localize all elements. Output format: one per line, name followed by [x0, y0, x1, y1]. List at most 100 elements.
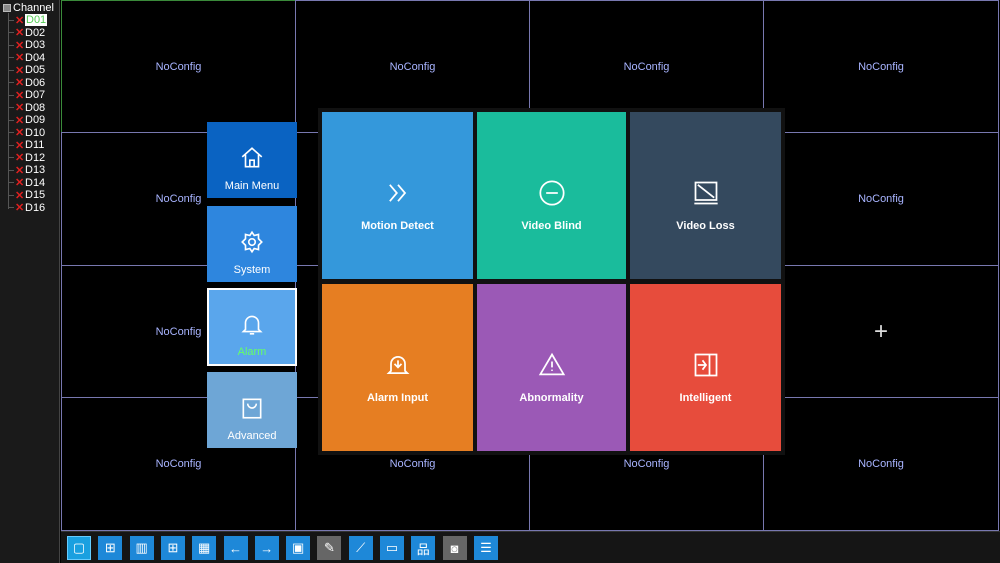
side-menu-alarm-button[interactable]: Alarm	[207, 288, 297, 366]
red-x-icon: ✕	[15, 102, 25, 115]
bell-down-icon	[384, 351, 412, 382]
tree-branch	[8, 194, 14, 196]
warning-icon	[538, 351, 566, 382]
tree-branch	[8, 107, 14, 109]
red-x-icon: ✕	[15, 14, 25, 27]
video-cell[interactable]: NoConfig	[763, 397, 999, 531]
red-x-icon: ✕	[15, 202, 25, 215]
tree-branch	[8, 44, 14, 46]
tile-label: Video Loss	[676, 220, 735, 232]
channel-item[interactable]: ✕ D13	[8, 164, 45, 177]
tree-branch	[8, 94, 14, 96]
chart-button[interactable]: ⟋	[348, 536, 373, 560]
no-signal-icon	[692, 179, 720, 210]
channel-label: D06	[25, 76, 46, 89]
video-cell[interactable]: +	[763, 265, 999, 398]
channel-item[interactable]: ✕ D05	[8, 64, 45, 77]
previous-icon: ←	[229, 540, 242, 556]
channel-item[interactable]: ✕ D06	[8, 76, 46, 90]
side-menu-label: Alarm	[237, 346, 267, 358]
channel-item[interactable]: ✕ D16	[8, 202, 45, 215]
disk-button[interactable]: ◙	[442, 536, 467, 560]
channel-label: D09	[25, 114, 46, 127]
list-button[interactable]: ☰	[473, 536, 498, 560]
red-x-icon: ✕	[15, 52, 25, 65]
channel-label: D15	[25, 189, 46, 202]
video-cell[interactable]: NoConfig	[763, 0, 999, 133]
eight-view-button[interactable]: ▥	[129, 536, 154, 560]
no-config-label: NoConfig	[155, 325, 202, 338]
enter-icon	[692, 351, 720, 382]
no-config-label: NoConfig	[389, 458, 436, 470]
red-x-icon: ✕	[15, 77, 25, 90]
video-cell[interactable]: NoConfig	[763, 132, 999, 266]
no-config-label: NoConfig	[389, 60, 436, 73]
tree-branch	[8, 32, 14, 34]
channel-item[interactable]: ✕ D12	[8, 152, 45, 164]
gear-icon	[239, 229, 265, 258]
nine-view-button[interactable]: ⊞	[160, 536, 185, 560]
channel-item[interactable]: ✕ D10	[8, 127, 45, 139]
chart-icon: ⟋	[356, 540, 366, 555]
video-blind-tile[interactable]: Video Blind	[477, 112, 626, 279]
red-x-icon: ✕	[15, 89, 25, 102]
channel-item[interactable]: ✕ D11	[8, 139, 44, 152]
side-menu-system-button[interactable]: System	[207, 206, 297, 282]
channel-item[interactable]: ✕ D09	[8, 114, 45, 127]
channel-item[interactable]: ✕ D03	[8, 39, 45, 52]
no-config-label: NoConfig	[858, 60, 904, 73]
side-menu-main-menu-button[interactable]: Main Menu	[207, 122, 297, 198]
fullscreen-button[interactable]: ▣	[286, 536, 311, 560]
abnormality-tile[interactable]: Abnormality	[477, 284, 626, 451]
side-menu-advanced-button[interactable]: Advanced	[207, 372, 297, 448]
channel-item[interactable]: ✕ D02	[8, 27, 45, 39]
intelligent-tile[interactable]: Intelligent	[630, 284, 781, 451]
alarm-submenu-panel: Motion Detect Video Blind Video Loss Alarm …	[318, 108, 785, 455]
no-config-label: NoConfig	[623, 60, 670, 73]
tile-label: Motion Detect	[361, 220, 434, 232]
collapse-icon[interactable]	[3, 4, 11, 12]
video-cell[interactable]: NoConfig	[61, 0, 296, 133]
add-channel-icon[interactable]: +	[874, 318, 888, 346]
tile-label: Alarm Input	[366, 392, 429, 404]
red-x-icon: ✕	[15, 64, 25, 77]
channel-item[interactable]: ✕ D01	[8, 14, 48, 27]
next-button[interactable]: →	[254, 536, 279, 560]
tree-branch	[8, 144, 14, 146]
no-config-label: NoConfig	[858, 458, 904, 470]
network-button[interactable]: 品	[411, 536, 436, 560]
home-icon	[239, 145, 265, 174]
alarm-input-tile[interactable]: Alarm Input	[322, 284, 473, 451]
bottom-toolbar: ▢ ⊞ ▥ ⊞ ▦ ← → ▣ ✎ ⟋ ▭ 品 ◙ ☰	[61, 531, 1000, 563]
channel-label: D01	[25, 14, 48, 27]
minus-circle-icon	[538, 179, 566, 210]
video-loss-tile[interactable]: Video Loss	[630, 112, 781, 279]
single-view-button[interactable]: ▢	[67, 536, 91, 560]
edit-button[interactable]: ✎	[317, 536, 342, 560]
channel-label: D05	[25, 64, 46, 77]
tree-branch	[8, 19, 14, 21]
sixteen-view-button[interactable]: ▦	[192, 536, 217, 560]
channel-label: D13	[25, 164, 46, 177]
edit-icon: ✎	[323, 540, 335, 555]
channel-item[interactable]: ✕ D04	[8, 52, 45, 65]
channel-item[interactable]: ✕ D07	[8, 89, 45, 102]
previous-button[interactable]: ←	[223, 536, 248, 560]
channel-item[interactable]: ✕ D08	[8, 102, 45, 115]
tree-branch	[8, 207, 14, 209]
list-icon: ☰	[480, 540, 492, 555]
channel-item[interactable]: ✕ D14	[8, 177, 45, 189]
disk-icon: ◙	[450, 540, 459, 556]
red-x-icon: ✕	[15, 189, 25, 202]
channel-tree-header[interactable]: Channel	[3, 2, 54, 14]
channel-item[interactable]: ✕ D15	[8, 189, 45, 202]
motion-detect-tile[interactable]: Motion Detect	[322, 112, 473, 279]
tree-branch	[8, 182, 14, 184]
no-config-label: NoConfig	[155, 193, 202, 205]
quad-view-button[interactable]: ⊞	[98, 536, 123, 560]
red-x-icon: ✕	[15, 139, 25, 152]
monitor-button[interactable]: ▭	[380, 536, 404, 560]
channel-label: D07	[25, 89, 46, 102]
tile-label: Intelligent	[679, 392, 732, 404]
tile-label: Video Blind	[521, 220, 582, 232]
